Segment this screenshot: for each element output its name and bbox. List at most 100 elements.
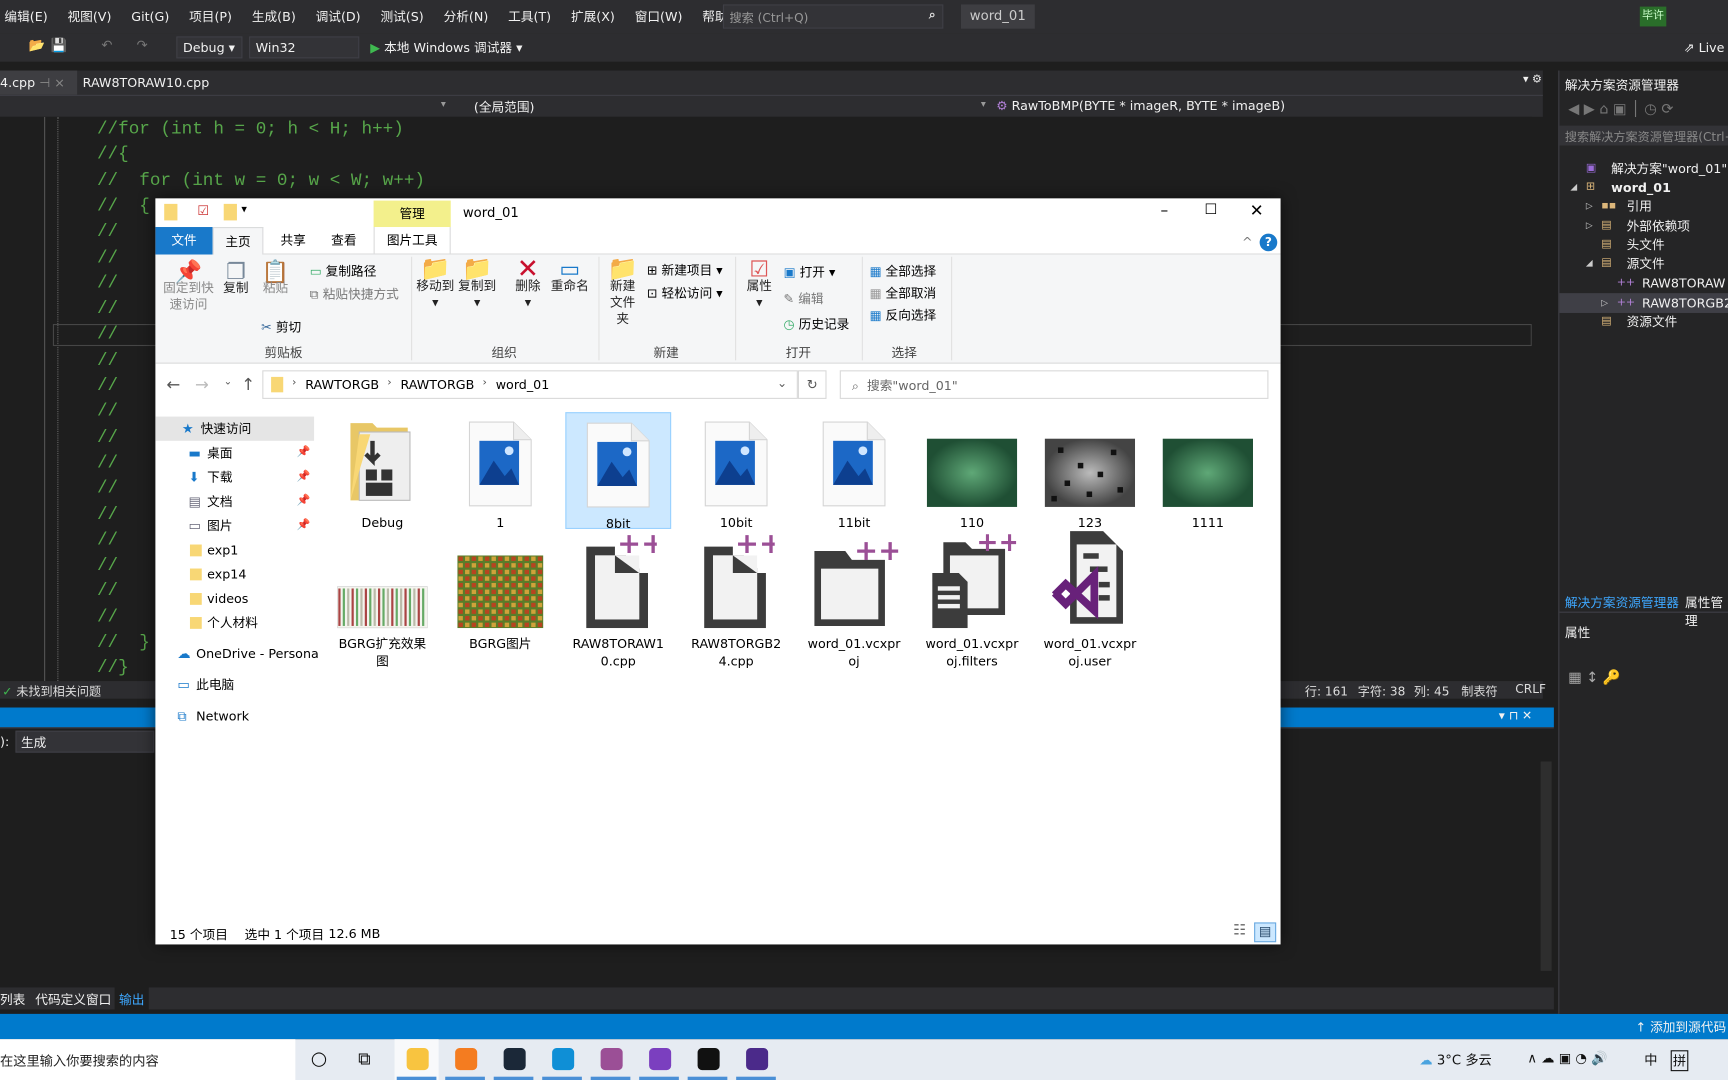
paste-shortcut-button[interactable]: ⧉ 粘贴快捷方式 [310,285,399,303]
recent-locations-button[interactable]: ⌄ [224,377,232,388]
nav-item[interactable]: ▤ 文档 📌 [155,489,314,513]
menu-item[interactable]: 工具(T) [498,8,561,26]
properties-toolbar[interactable]: ▦ ↕ 🔑 [1568,670,1621,687]
properties-icon[interactable]: ☑ [197,203,209,218]
menu-item[interactable]: 分析(N) [434,8,499,26]
output-source-dropdown[interactable]: 生成 [15,730,155,753]
undo-icon[interactable]: ↶ [101,37,112,52]
copy-button[interactable]: ❐ 复制 [219,260,252,296]
large-icons-view-button[interactable]: ▤ [1254,922,1277,943]
minimize-button[interactable]: – [1160,202,1168,220]
file-item[interactable]: 10bit [683,412,789,530]
pin-icon[interactable]: 📌 [296,441,310,465]
select-none-button[interactable]: ▦ 全部取消 [870,284,937,302]
expander-icon[interactable]: ▷ [1586,196,1593,216]
tree-item[interactable]: ▤ 头文件 [1559,235,1728,255]
nav-item[interactable]: ▭ 图片 📌 [155,514,314,538]
tab-output[interactable]: 输出 [114,987,149,1012]
menu-item[interactable]: 视图(V) [58,8,122,26]
copy-to-button[interactable]: 📁 复制到 ▾ [457,257,497,311]
delete-button[interactable]: ✕ 删除 ▾ [510,256,545,311]
taskbar-app[interactable] [492,1039,536,1080]
copy-path-button[interactable]: ▭ 复制路径 [310,262,377,280]
nav-item[interactable]: ■ exp14 [155,562,314,586]
file-item[interactable]: 123 [1037,412,1143,530]
expander-icon[interactable]: ◢ [1586,253,1593,273]
run-debugger-button[interactable]: ▶ 本地 Windows 调试器 ▾ [370,39,522,57]
nav-item[interactable]: ■ 个人材料 [155,611,314,635]
menu-item[interactable]: 扩展(X) [561,8,625,26]
breadcrumb-item[interactable]: RAWTORGB [400,377,474,392]
details-view-button[interactable]: ☷ [1233,922,1246,939]
new-folder-icon[interactable] [223,203,237,221]
edit-button[interactable]: ✎ 编辑 [784,290,824,308]
file-item[interactable]: BGRG图片 [447,533,553,665]
nav-item[interactable]: ■ exp1 [155,538,314,562]
address-bar[interactable]: ⌄ › RAWTORGB › RAWTORGB › word_01 [262,370,798,399]
tree-item[interactable]: ▷ ++ RAW8TORGB2 [1559,293,1728,313]
live-share-button[interactable]: ⇗ Live [1684,40,1725,55]
ime-mode[interactable]: 中 [1644,1050,1657,1069]
file-item[interactable]: 8bit [565,412,672,531]
rename-button[interactable]: ▭ 重命名 [548,258,592,294]
breadcrumb-chevron-icon[interactable]: › [387,377,391,389]
ribbon-tab[interactable]: 图片工具 [373,227,451,255]
cortana-icon[interactable]: ○ [311,1048,327,1070]
nav-item[interactable]: ☁ OneDrive - Persona [155,641,318,665]
tab-code-definition[interactable]: 代码定义窗口 [35,991,111,1009]
file-item[interactable]: 1 [447,412,553,530]
tab-4-cpp[interactable]: 4.cpp ⊣ × [0,70,78,95]
tab-raw8toraw10[interactable]: RAW8TORAW10.cpp [83,75,210,90]
menu-item[interactable]: 项目(P) [179,8,242,26]
tray-icons[interactable]: ∧ ☁ ▣ ◔ 🔊 [1527,1050,1607,1065]
file-item[interactable]: ++ RAW8TORGB24.cpp [683,529,789,669]
paste-button[interactable]: 📋 粘贴 [259,260,292,296]
collapse-ribbon-icon[interactable]: ^ [1242,234,1253,249]
customize-toolbar-icon[interactable]: ▾ [241,204,247,216]
scope-dropdown[interactable]: (全局范围) [474,98,535,116]
breadcrumb-chevron-icon[interactable]: › [292,377,296,389]
move-to-button[interactable]: 📁 移动到 ▾ [415,257,455,311]
history-button[interactable]: ◷ 历史记录 [784,315,850,333]
context-tab-manage[interactable]: 管理 [373,200,451,228]
taskbar-app[interactable] [685,1039,729,1080]
redo-icon[interactable]: ↷ [137,37,148,52]
file-item[interactable]: ++ RAW8TORAW10.cpp [565,529,671,669]
panel-controls-icon[interactable]: ▾ ⊓ ✕ [1499,709,1532,723]
ribbon-tab[interactable]: 主页 [212,227,264,256]
maximize-button[interactable]: ☐ [1205,202,1218,219]
taskbar-app[interactable] [637,1039,681,1080]
close-button[interactable]: ✕ [1250,201,1264,221]
nav-item[interactable]: ⬇ 下载 📌 [155,465,314,489]
file-item[interactable]: BGRG扩充效果图 [330,533,436,669]
solution-search-input[interactable]: 搜索解决方案资源管理器(Ctrl+ [1559,125,1728,146]
nav-item[interactable]: ▭ 此电脑 [155,672,314,696]
menu-item[interactable]: 测试(S) [371,8,434,26]
nav-item[interactable]: ★ 快速访问 [155,416,315,441]
new-item-button[interactable]: ⊞ 新建项目 ▾ [647,261,723,279]
tree-item[interactable]: ++ RAW8TORAW [1559,273,1728,293]
weather-widget[interactable]: ☁ 3°C 多云 [1419,1050,1491,1069]
properties-button[interactable]: ☑ 属性 ▾ [742,258,777,311]
menu-item[interactable]: 编辑(E) [0,8,58,26]
menu-item[interactable]: 生成(B) [242,8,306,26]
open-button[interactable]: ▣ 打开 ▾ [784,263,836,281]
file-item[interactable]: ++ word_01.vcxproj [801,533,907,669]
task-view-icon[interactable]: ⧉ [358,1048,371,1070]
tree-item[interactable]: ▷ ▪▪ 引用 [1559,196,1728,216]
forward-button[interactable]: → [195,375,209,395]
menu-item[interactable]: Git(G) [121,9,179,24]
nav-item[interactable]: ■ videos [155,586,314,610]
solution-toolbar[interactable]: ◀ ▶ ⌂ ▣ │ ◷ ⟳ [1568,101,1673,118]
tab-property-manager[interactable]: 属性管理 [1685,594,1728,629]
user-badge[interactable]: 毕许 [1639,6,1667,27]
pin-icon[interactable]: 📌 [296,489,310,513]
taskbar-app[interactable] [394,1039,439,1080]
new-folder-button[interactable]: 📁 新建文件夹 [601,257,645,327]
tab-solution-explorer[interactable]: 解决方案资源管理器 [1565,594,1679,612]
expander-icon[interactable]: ▷ [1586,216,1593,236]
file-item[interactable]: 110 [919,412,1025,530]
expander-icon[interactable]: ◢ [1570,177,1577,197]
tree-item[interactable]: ◢ ▤ 源文件 [1559,253,1728,273]
vs-search-box[interactable]: 搜索 (Ctrl+Q) ⌕ [722,4,944,29]
